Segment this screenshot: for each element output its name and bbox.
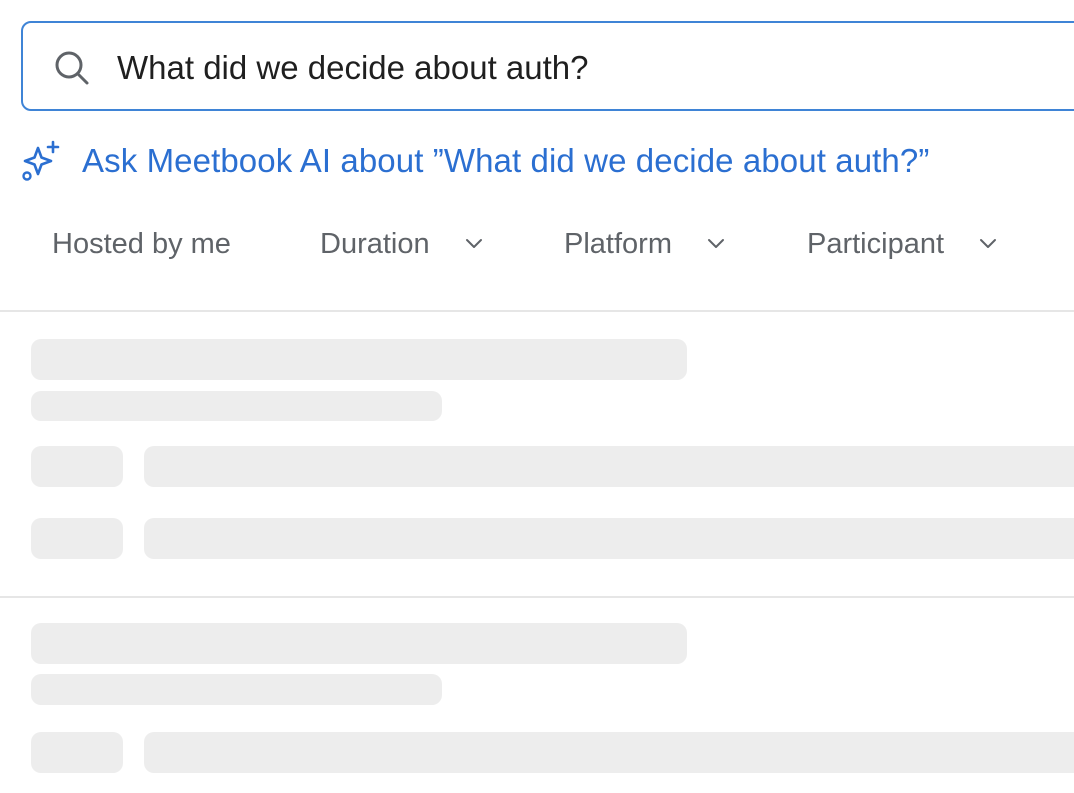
filter-label: Duration bbox=[320, 227, 430, 260]
chevron-down-icon bbox=[980, 239, 997, 248]
chevron-down-icon bbox=[465, 239, 482, 248]
skeleton-line bbox=[144, 518, 1074, 559]
search-input[interactable] bbox=[117, 43, 1017, 93]
skeleton-title bbox=[31, 623, 687, 664]
chevron-down-icon bbox=[707, 239, 724, 248]
skeleton-line bbox=[144, 446, 1074, 487]
skeleton-line bbox=[144, 732, 1074, 773]
search-page: Ask Meetbook AI about ”What did we decid… bbox=[0, 0, 1074, 793]
search-box[interactable] bbox=[21, 21, 1074, 111]
skeleton-title bbox=[31, 339, 687, 380]
skeleton-subtitle bbox=[31, 391, 442, 421]
ask-ai-label: Ask Meetbook AI about ”What did we decid… bbox=[82, 142, 930, 179]
skeleton-subtitle bbox=[31, 674, 442, 705]
filter-label: Hosted by me bbox=[52, 227, 231, 260]
divider bbox=[0, 596, 1074, 598]
filter-participant[interactable]: Participant bbox=[807, 220, 998, 268]
filter-hosted-by-me[interactable]: Hosted by me bbox=[52, 220, 231, 268]
filter-duration[interactable]: Duration bbox=[320, 220, 484, 268]
sparkle-icon bbox=[22, 140, 60, 181]
filter-label: Participant bbox=[807, 227, 945, 260]
filter-bar: Hosted by me Duration Platform Participa… bbox=[0, 220, 1074, 268]
skeleton-tag bbox=[31, 518, 123, 559]
divider bbox=[0, 310, 1074, 312]
skeleton-tag bbox=[31, 732, 123, 773]
ask-ai-button[interactable]: Ask Meetbook AI about ”What did we decid… bbox=[20, 140, 929, 182]
skeleton-tag bbox=[31, 446, 123, 487]
filter-label: Platform bbox=[564, 227, 672, 260]
filter-platform[interactable]: Platform bbox=[564, 220, 726, 268]
search-icon bbox=[55, 51, 89, 85]
